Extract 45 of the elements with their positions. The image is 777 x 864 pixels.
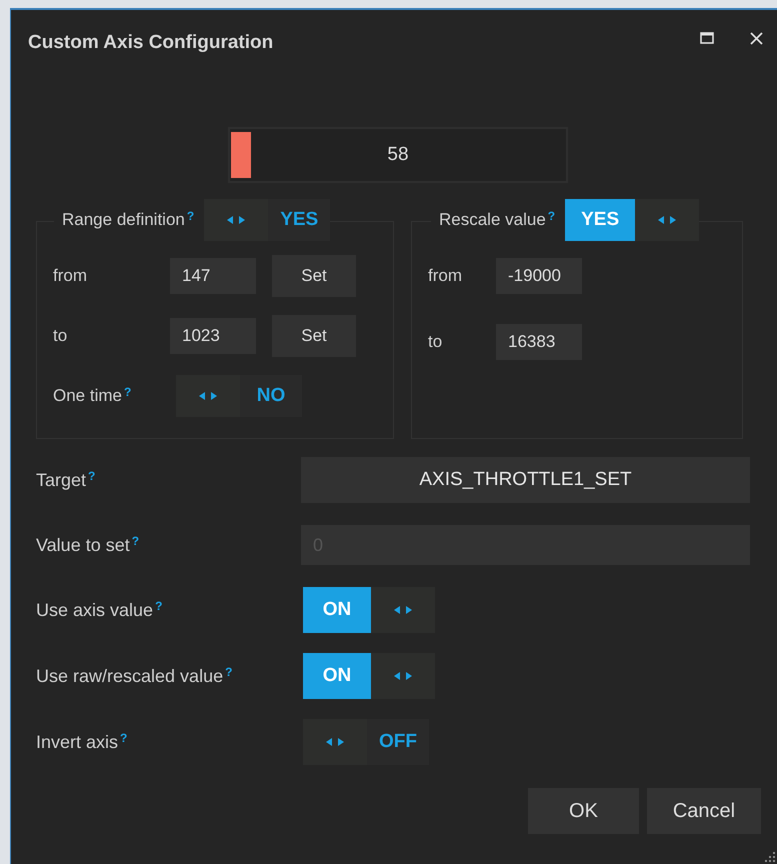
field-label: from [53, 266, 88, 286]
maximize-icon[interactable] [700, 32, 714, 44]
switch-toggle[interactable]: ON [303, 587, 435, 633]
field-label: Target [36, 470, 86, 490]
help-mark[interactable]: ? [88, 469, 96, 483]
rescale-toggle[interactable]: YES [565, 199, 700, 241]
target-field[interactable]: AXIS_THROTTLE1_SET [301, 457, 750, 503]
one-time-toggle[interactable]: NO [176, 375, 302, 417]
axis-reading: 58 [387, 144, 409, 166]
help-mark[interactable]: ? [124, 385, 132, 399]
range-toggle[interactable]: YES [204, 199, 330, 241]
switch-toggle[interactable]: OFF [303, 719, 429, 765]
input-field[interactable]: 147 [170, 258, 256, 294]
arrows-icon [394, 671, 412, 681]
group-label: Rescale value [439, 210, 546, 230]
help-mark[interactable]: ? [186, 209, 194, 223]
help-mark[interactable]: ? [120, 731, 128, 745]
close-icon[interactable] [750, 32, 763, 45]
arrows-icon [227, 215, 246, 225]
arrows-icon [199, 391, 217, 401]
help-mark[interactable]: ? [155, 599, 162, 613]
help-mark[interactable]: ? [225, 665, 232, 679]
field-label: to [53, 326, 68, 346]
help-mark[interactable]: ? [548, 209, 556, 223]
field-label: Invert axis [36, 732, 118, 752]
group-label: Range definition [62, 210, 185, 230]
resize-grip-icon[interactable] [765, 852, 775, 862]
arrows-icon [658, 215, 676, 225]
field-label: Use axis value [36, 600, 154, 620]
field-label: Use raw/rescaled value [36, 666, 224, 686]
arrows-icon [326, 737, 344, 747]
input-field[interactable]: 1023 [170, 318, 256, 354]
input-field[interactable]: -19000 [496, 258, 582, 294]
dialog-button[interactable]: Cancel [647, 788, 761, 834]
input-field[interactable]: 16383 [496, 324, 582, 360]
set-button[interactable]: Set [272, 315, 356, 357]
window-title: Custom Axis Configuration [28, 32, 274, 55]
set-button[interactable]: Set [272, 255, 356, 297]
field-label: to [428, 332, 444, 352]
field-label: Value to set [36, 534, 130, 556]
field-label: One time [53, 386, 122, 406]
switch-toggle[interactable]: ON [303, 653, 435, 699]
field-label: from [428, 266, 463, 286]
arrows-icon [394, 605, 412, 615]
dialog-button[interactable]: OK [528, 788, 639, 834]
